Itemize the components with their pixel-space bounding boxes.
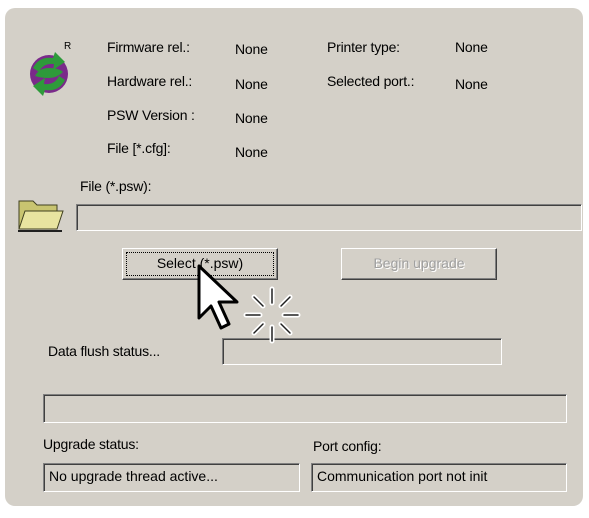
hardware-value: None — [235, 76, 268, 92]
upgrade-status-label: Upgrade status: — [43, 436, 139, 452]
printer-type-label: Printer type: — [327, 39, 400, 55]
upgrade-status-value: No upgrade thread active... — [49, 468, 218, 484]
file-cfg-value: None — [235, 144, 268, 160]
file-cfg-label: File [*.cfg]: — [107, 140, 171, 156]
upgrade-status-field: No upgrade thread active... — [43, 463, 300, 492]
loading-spinner-icon — [243, 286, 301, 344]
port-config-label: Port config: — [313, 438, 382, 454]
firmware-label: Firmware rel.: — [107, 39, 190, 55]
hardware-label: Hardware rel.: — [107, 73, 193, 89]
logo-icon — [30, 52, 68, 96]
firmware-value: None — [235, 41, 268, 57]
upgrade-panel: R Firmware rel.: None Hardware rel.: Non… — [5, 8, 583, 506]
printer-type-value: None — [455, 39, 488, 55]
folder-icon[interactable] — [17, 193, 65, 233]
selected-port-label: Selected port.: — [327, 73, 415, 89]
file-psw-field[interactable] — [76, 204, 582, 231]
progress-bar — [43, 394, 567, 423]
selected-port-value: None — [455, 76, 488, 92]
file-psw-label: File (*.psw): — [80, 178, 152, 194]
data-flush-label: Data flush status... — [48, 343, 160, 359]
begin-upgrade-label: Begin upgrade — [373, 255, 465, 271]
begin-upgrade-button[interactable]: Begin upgrade — [341, 248, 497, 280]
port-config-value: Communication port not init — [317, 468, 488, 484]
psw-version-value: None — [235, 110, 268, 126]
port-config-field: Communication port not init — [311, 463, 567, 492]
psw-version-label: PSW Version : — [107, 107, 195, 123]
registered-mark: R — [64, 41, 72, 52]
